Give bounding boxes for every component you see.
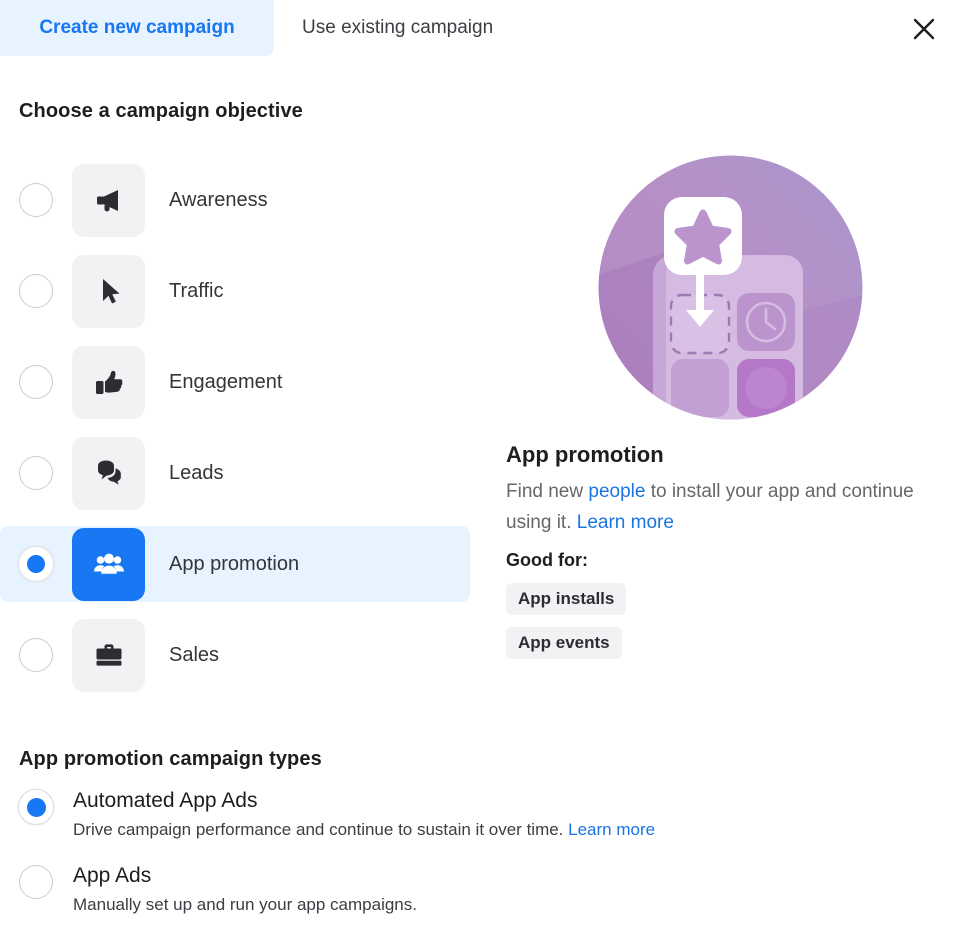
radio-traffic[interactable] (19, 274, 53, 308)
objective-row-traffic[interactable]: Traffic (0, 253, 470, 329)
icon-box-engagement (72, 345, 145, 419)
detail-description: Find new people to install your app and … (506, 476, 916, 538)
objective-row-leads[interactable]: Leads (0, 435, 470, 511)
close-icon (913, 18, 935, 40)
tab-use-existing-campaign-label: Use existing campaign (302, 17, 494, 38)
campaign-type-learn-more-link[interactable]: Learn more (568, 820, 655, 839)
objective-label-traffic: Traffic (169, 279, 224, 302)
campaign-types-list: Automated App Ads Drive campaign perform… (19, 788, 819, 938)
radio-awareness[interactable] (19, 183, 53, 217)
tag-app-events: App events (506, 627, 622, 659)
icon-box-app-promotion (72, 527, 145, 601)
campaign-type-text-automated-app-ads: Automated App Ads Drive campaign perform… (73, 788, 655, 841)
campaign-type-sub-app-ads: Manually set up and run your app campaig… (73, 895, 417, 914)
tab-create-new-campaign-label: Create new campaign (39, 17, 235, 38)
objective-list: Awareness Traffic Engagement Leads App p… (0, 162, 470, 708)
good-for-tag-row-1: App installs (506, 571, 946, 615)
cursor-arrow-icon (102, 279, 119, 304)
objective-section-title: Choose a campaign objective (19, 100, 303, 122)
speech-bubbles-icon (97, 460, 121, 485)
objective-detail-panel: App promotion Find new people to install… (506, 155, 946, 659)
radio-app-promotion[interactable] (19, 547, 53, 581)
campaign-type-name-app-ads: App Ads (73, 864, 152, 887)
icon-box-leads (72, 436, 145, 510)
good-for-tag-row-2: App events (506, 615, 946, 659)
radio-engagement[interactable] (19, 365, 53, 399)
objective-row-engagement[interactable]: Engagement (0, 344, 470, 420)
icon-box-traffic (72, 254, 145, 328)
objective-row-sales[interactable]: Sales (0, 617, 470, 693)
detail-desc-part1: Find new (506, 481, 589, 502)
tab-use-existing-campaign[interactable]: Use existing campaign (274, 0, 554, 56)
megaphone-icon (96, 190, 118, 212)
objective-row-awareness[interactable]: Awareness (0, 162, 470, 238)
detail-desc-people-link[interactable]: people (588, 481, 645, 502)
radio-automated-app-ads[interactable] (19, 790, 53, 824)
objective-label-sales: Sales (169, 643, 220, 666)
tag-app-installs: App installs (506, 583, 627, 615)
campaign-type-sub-automated-app-ads: Drive campaign performance and continue … (73, 819, 655, 841)
radio-sales[interactable] (19, 638, 53, 672)
campaign-types-title: App promotion campaign types (19, 748, 322, 770)
objective-row-app-promotion[interactable]: App promotion (0, 526, 470, 602)
icon-box-sales (72, 618, 145, 692)
icon-box-awareness (72, 163, 145, 237)
objective-label-awareness: Awareness (169, 188, 268, 211)
objective-label-app-promotion: App promotion (169, 552, 300, 575)
detail-title: App promotion (506, 442, 664, 467)
app-promotion-illustration-svg (598, 155, 863, 420)
people-group-icon (93, 553, 124, 574)
campaign-type-row-automated-app-ads[interactable]: Automated App Ads Drive campaign perform… (19, 788, 819, 841)
good-for-label: Good for: (506, 550, 588, 570)
campaign-type-row-app-ads[interactable]: App Ads Manually set up and run your app… (19, 863, 819, 916)
objective-label-leads: Leads (169, 461, 224, 484)
briefcase-icon (96, 644, 121, 666)
campaign-type-sub-text-automated: Drive campaign performance and continue … (73, 820, 569, 839)
radio-app-ads[interactable] (19, 865, 53, 899)
campaign-type-name-automated-app-ads: Automated App Ads (73, 789, 258, 812)
campaign-type-text-app-ads: App Ads Manually set up and run your app… (73, 863, 417, 916)
detail-desc-learn-more-link[interactable]: Learn more (577, 512, 674, 533)
app-promotion-illustration (598, 155, 863, 420)
radio-leads[interactable] (19, 456, 53, 490)
tab-create-new-campaign[interactable]: Create new campaign (0, 0, 274, 56)
objective-label-engagement: Engagement (169, 370, 283, 393)
tab-bar: Create new campaign Use existing campaig… (0, 0, 960, 56)
close-button[interactable] (905, 10, 943, 48)
thumbs-up-icon (95, 370, 122, 394)
